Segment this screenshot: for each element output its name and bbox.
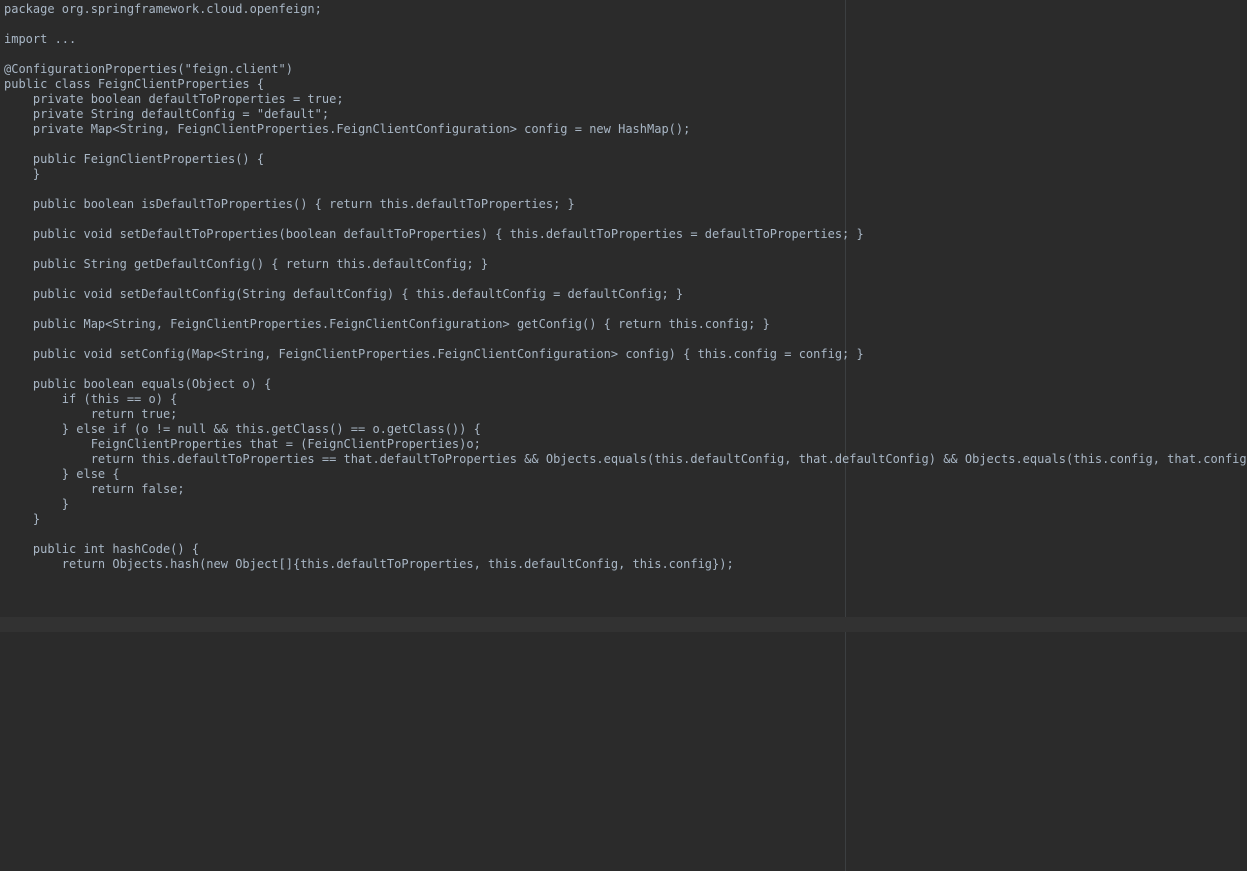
code-line: public boolean equals(Object o) { (4, 377, 272, 391)
code-line: package org.springframework.cloud.openfe… (4, 2, 322, 16)
code-line: @ConfigurationProperties("feign.client") (4, 62, 293, 76)
code-line: private Map<String, FeignClientPropertie… (4, 122, 691, 136)
code-line: public void setConfig(Map<String, FeignC… (4, 347, 864, 361)
code-line: } else { (4, 467, 120, 481)
code-line: if (this == o) { (4, 392, 178, 406)
code-line: public void setDefaultConfig(String defa… (4, 287, 684, 301)
code-line: public boolean isDefaultToProperties() {… (4, 197, 575, 211)
right-margin-guide (845, 0, 846, 871)
code-line: public void setDefaultToProperties(boole… (4, 227, 864, 241)
code-line: FeignClientProperties that = (FeignClien… (4, 437, 481, 451)
code-line: return this.defaultToProperties == that.… (4, 452, 1247, 466)
code-line: public class FeignClientProperties { (4, 77, 265, 91)
code-line: return Objects.hash(new Object[]{this.de… (4, 557, 734, 571)
code-line: return true; (4, 407, 178, 421)
code-line: public Map<String, FeignClientProperties… (4, 317, 770, 331)
code-line: return false; (4, 482, 185, 496)
code-line: private String defaultConfig = "default"… (4, 107, 330, 121)
caret-line-highlight (0, 617, 1247, 632)
code-line: } (4, 512, 41, 526)
code-line: } else if (o != null && this.getClass() … (4, 422, 481, 436)
code-line: } (4, 497, 70, 511)
code-line: private boolean defaultToProperties = tr… (4, 92, 344, 106)
code-line: import ... (4, 32, 77, 46)
code-line: public int hashCode() { (4, 542, 200, 556)
code-line: public String getDefaultConfig() { retur… (4, 257, 489, 271)
code-line: } (4, 167, 41, 181)
code-line: public FeignClientProperties() { (4, 152, 265, 166)
